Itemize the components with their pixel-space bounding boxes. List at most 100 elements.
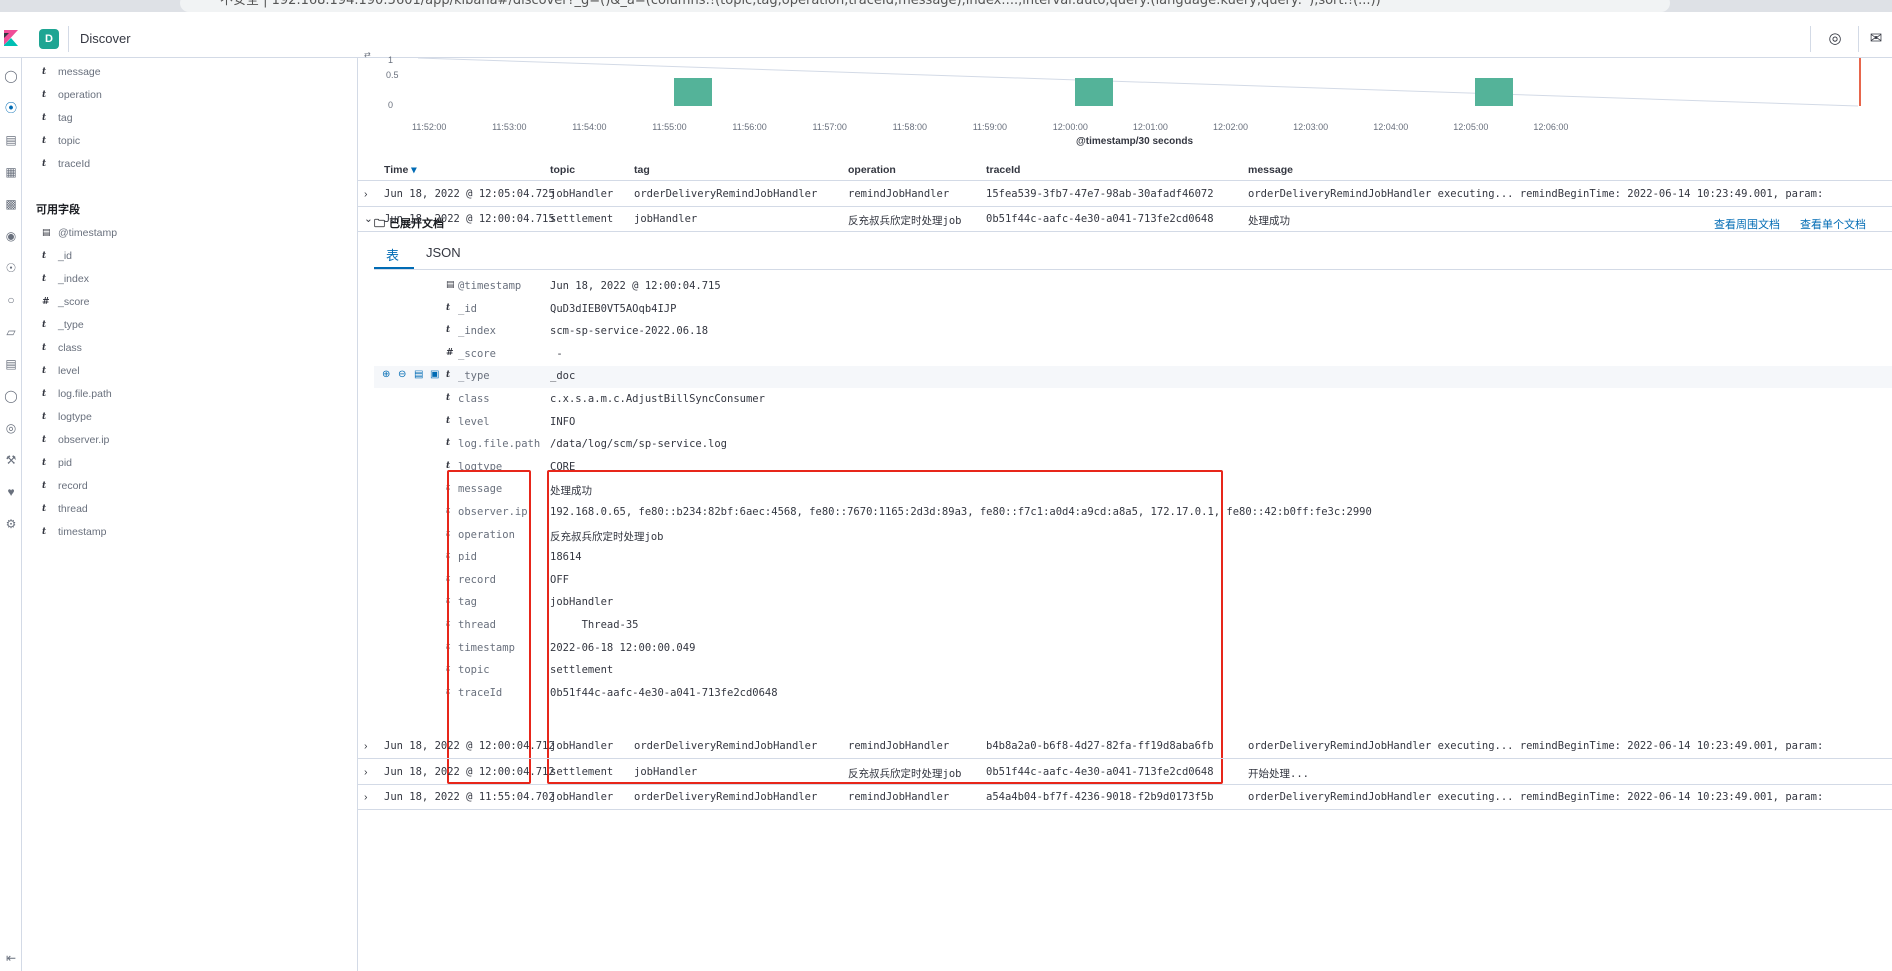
x-tick-label: 12:01:00	[1132, 122, 1168, 132]
selected-field-item[interactable]: t tag	[42, 108, 73, 128]
toggle-column-icon[interactable]: ▤	[414, 369, 423, 380]
logs-icon[interactable]: ▤	[3, 356, 19, 372]
expand-row-chevron-icon[interactable]: ›	[364, 740, 368, 752]
field-type-string-icon: t	[446, 528, 451, 539]
help-globe-icon[interactable]: ◎	[1822, 26, 1848, 52]
histogram-chart[interactable]: 1 0.5 0 ⇄ 11:52:00 11:53:00 11:54:00 11:55:…	[358, 50, 1892, 158]
available-field-item[interactable]: t pid	[42, 453, 72, 473]
chart-legend-toggle-icon[interactable]: ⇄	[364, 50, 371, 59]
dev-tools-icon[interactable]: ⚒	[3, 452, 19, 468]
y-tick-label: 0.5	[386, 70, 399, 80]
table-row[interactable]: › Jun 18, 2022 @ 12:00:04.712 settlement jo…	[358, 760, 1892, 785]
cell-topic: jobHandler	[550, 791, 614, 803]
selected-field-item[interactable]: t traceId	[42, 154, 90, 174]
maps-icon[interactable]: ◉	[3, 228, 19, 244]
mail-icon[interactable]: ✉	[1863, 26, 1889, 52]
field-type-string-icon: t	[42, 458, 47, 468]
cell-tag: jobHandler	[634, 213, 698, 225]
siem-icon[interactable]: ○	[3, 292, 19, 308]
available-field-item[interactable]: t observer.ip	[42, 430, 109, 450]
collapse-nav-icon[interactable]: ⇤	[3, 950, 19, 966]
doc-field-name: traceId	[458, 686, 503, 699]
cell-message: 开始处理...	[1248, 767, 1309, 780]
monitoring-icon[interactable]: ♥	[3, 484, 19, 500]
available-field-item[interactable]: t thread	[42, 499, 88, 519]
doc-field-row: ⊕ ⊖ ▤ ▣ t _type _doc	[374, 366, 1892, 389]
available-field-item[interactable]: t class	[42, 338, 82, 358]
histogram-bar[interactable]	[1475, 78, 1514, 106]
field-type-string-icon: t	[446, 302, 451, 313]
sort-desc-icon[interactable]: ▾	[411, 164, 416, 176]
x-tick-label: 12:03:00	[1293, 122, 1329, 132]
available-field-item[interactable]: t record	[42, 476, 88, 496]
breadcrumb-discover[interactable]: Discover	[80, 29, 131, 49]
expand-row-chevron-icon[interactable]: ›	[364, 791, 368, 803]
management-gear-icon[interactable]: ⚙	[3, 516, 19, 532]
col-header-operation[interactable]: operation	[848, 164, 896, 176]
doc-field-row: t operation 反充叔兵欣定时处理job	[374, 525, 1892, 547]
available-field-item[interactable]: # _score	[42, 292, 90, 312]
available-field-item[interactable]: t logtype	[42, 407, 92, 427]
doc-field-value: 反充叔兵欣定时处理job	[550, 530, 664, 543]
field-type-date-icon: ▤	[42, 228, 51, 238]
view-surrounding-docs-link[interactable]: 查看周围文档	[1714, 216, 1780, 232]
doc-field-row: # _score -	[374, 344, 1892, 366]
selected-field-item[interactable]: t message	[42, 62, 101, 82]
cell-tag: orderDeliveryRemindJobHandler	[634, 188, 818, 200]
available-field-item[interactable]: ▤ @timestamp	[42, 223, 117, 243]
zoom-in-filter-icon[interactable]: ⊕	[382, 369, 390, 380]
table-row[interactable]: › Jun 18, 2022 @ 12:00:04.712 jobHandler or…	[358, 734, 1892, 759]
dashboard-icon[interactable]: ▦	[3, 164, 19, 180]
nav-rail: ◯ ⦿ ▤ ▦ ▩ ◉ ☉ ○ ▱ ▤ ◯ ◎ ⚒ ♥ ⚙ ⇤	[0, 58, 22, 971]
visualize-icon[interactable]: ▤	[3, 132, 19, 148]
selected-field-item[interactable]: t operation	[42, 85, 102, 105]
histogram-bar[interactable]	[674, 78, 713, 106]
recent-icon[interactable]: ◯	[3, 68, 19, 84]
space-avatar[interactable]: D	[39, 29, 59, 49]
field-sidebar: t message t operation t tag t topic t traceId 可用字…	[22, 58, 358, 971]
available-field-item[interactable]: t _id	[42, 246, 72, 266]
collapse-row-chevron-icon[interactable]: ⌄	[364, 213, 373, 225]
table-row[interactable]: ⌄ Jun 18, 2022 @ 12:00:04.715 settlement jo…	[358, 207, 1892, 232]
filter-exists-icon[interactable]: ▣	[430, 369, 439, 380]
col-header-tag[interactable]: tag	[634, 164, 650, 176]
expand-row-chevron-icon[interactable]: ›	[364, 766, 368, 778]
discover-compass-icon[interactable]: ⦿	[3, 100, 19, 116]
available-field-item[interactable]: t _type	[42, 315, 84, 335]
doc-field-value: -	[550, 347, 563, 360]
doc-field-name: class	[458, 393, 490, 405]
infra-icon[interactable]: ▱	[3, 324, 19, 340]
field-name-label: traceId	[58, 158, 91, 170]
ml-icon[interactable]: ☉	[3, 260, 19, 276]
cell-traceid: 15fea539-3fb7-47e7-98ab-30afadf46072	[986, 188, 1214, 200]
expand-row-chevron-icon[interactable]: ›	[364, 188, 368, 200]
tab-json[interactable]: JSON	[426, 245, 461, 260]
available-field-item[interactable]: t timestamp	[42, 522, 106, 542]
apm-icon[interactable]: ◯	[3, 388, 19, 404]
col-header-time[interactable]: Time ▾	[384, 164, 417, 176]
doc-field-value: Jun 18, 2022 @ 12:00:04.715	[550, 280, 721, 292]
browser-url-bar[interactable]: 不安全 | 192.168.194.190:5601/app/kibana#/d…	[180, 0, 1670, 12]
view-single-doc-link[interactable]: 查看单个文档	[1800, 216, 1866, 232]
doc-field-name: _id	[458, 302, 477, 315]
available-field-item[interactable]: t _index	[42, 269, 89, 289]
doc-field-value: jobHandler	[550, 596, 614, 609]
histogram-bar[interactable]	[1074, 78, 1113, 106]
table-row[interactable]: › Jun 18, 2022 @ 12:05:04.725 jobHandler or…	[358, 182, 1892, 207]
kibana-logo-icon[interactable]	[3, 30, 19, 46]
doc-field-row: t thread Thread-35	[374, 615, 1892, 637]
selected-field-item[interactable]: t topic	[42, 131, 80, 151]
table-row[interactable]: › Jun 18, 2022 @ 11:55:04.702 jobHandler or…	[358, 785, 1892, 810]
col-header-topic[interactable]: topic	[550, 164, 575, 176]
uptime-icon[interactable]: ◎	[3, 420, 19, 436]
field-name-label: @timestamp	[58, 227, 118, 239]
field-name-label: thread	[58, 503, 88, 515]
available-field-item[interactable]: t log.file.path	[42, 384, 112, 404]
zoom-out-filter-icon[interactable]: ⊖	[398, 369, 406, 380]
col-header-traceid[interactable]: traceId	[986, 164, 1020, 176]
available-field-item[interactable]: t level	[42, 361, 80, 381]
col-header-message[interactable]: message	[1248, 164, 1293, 176]
tab-table[interactable]: 表	[386, 245, 399, 264]
canvas-icon[interactable]: ▩	[3, 196, 19, 212]
current-time-marker	[1859, 58, 1861, 106]
